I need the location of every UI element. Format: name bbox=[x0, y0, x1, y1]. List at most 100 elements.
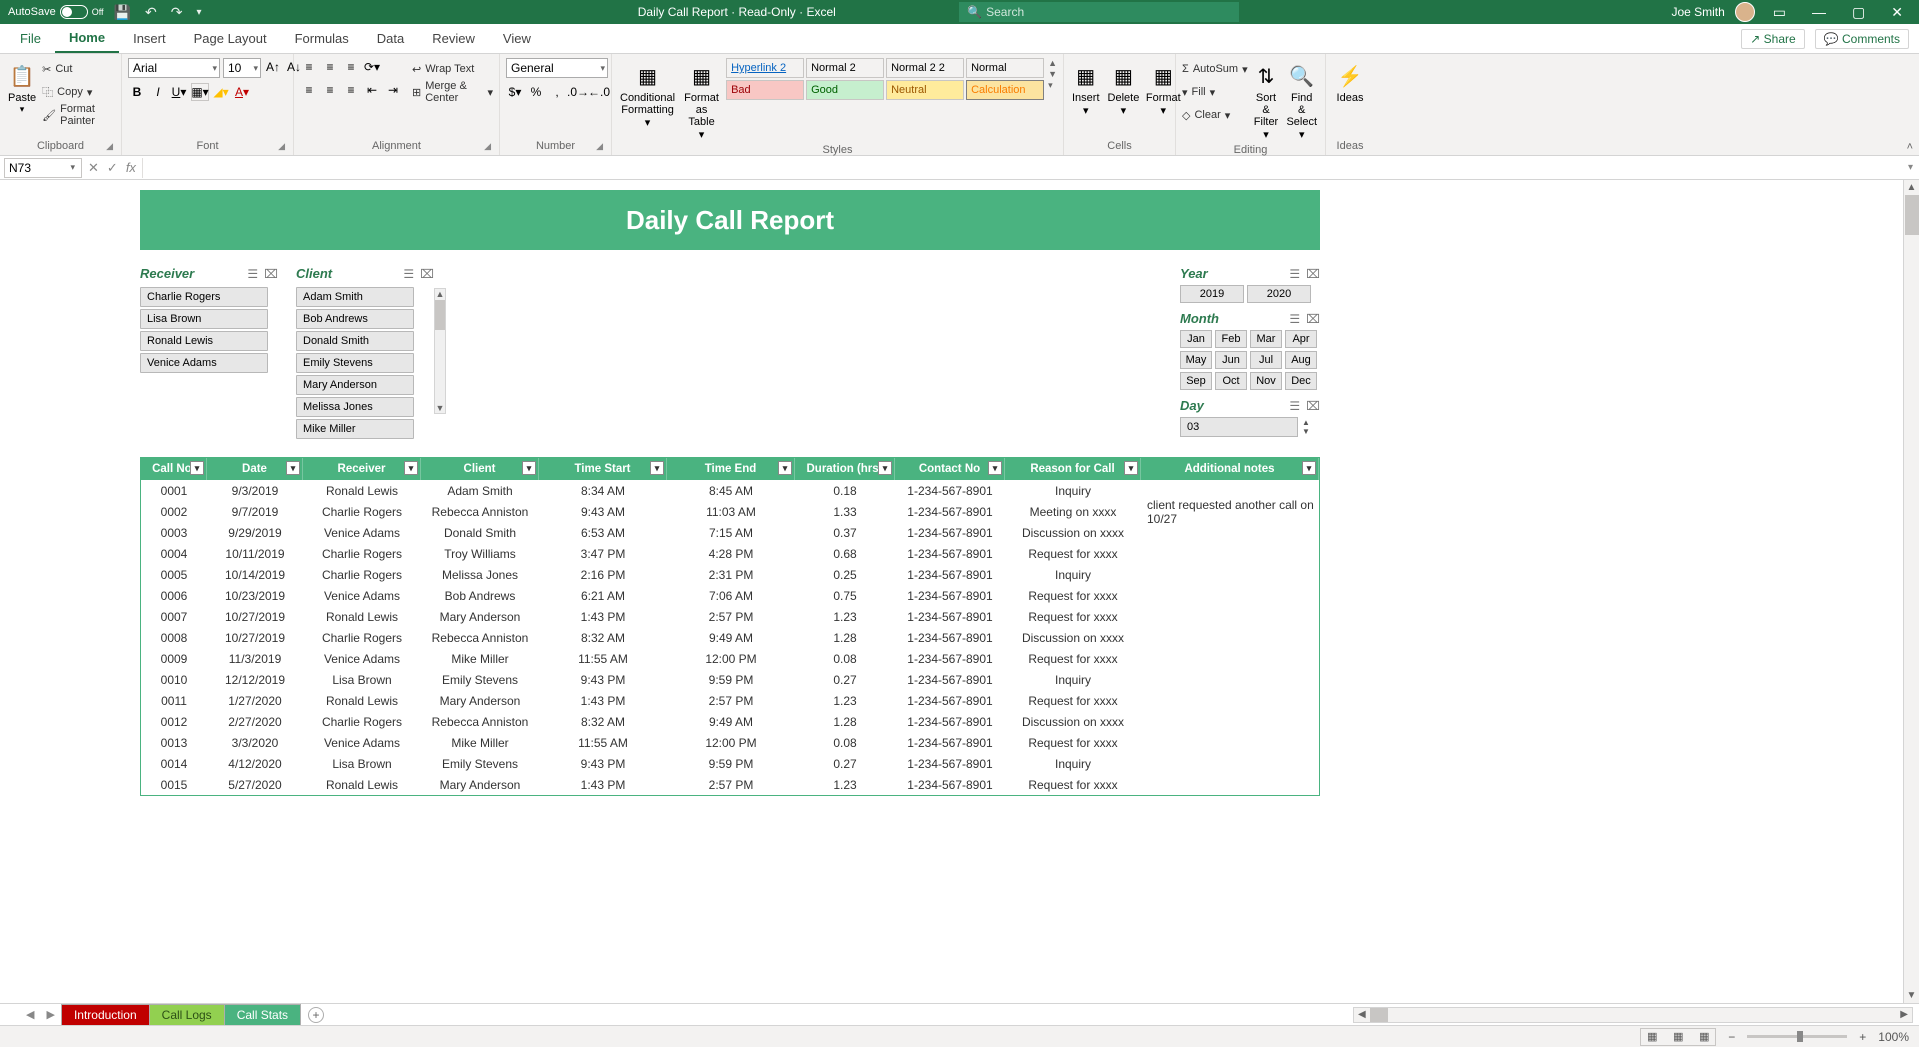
table-cell[interactable]: Inquiry bbox=[1005, 564, 1141, 585]
slicer-month-item[interactable]: Dec bbox=[1285, 372, 1317, 390]
slicer-receiver-item[interactable]: Venice Adams bbox=[140, 353, 268, 373]
autosum-button[interactable]: ΣAutoSum ▾ bbox=[1182, 58, 1248, 80]
slicer-month-item[interactable]: Nov bbox=[1250, 372, 1282, 390]
table-cell[interactable]: 0003 bbox=[141, 522, 207, 543]
table-cell[interactable]: 10/27/2019 bbox=[207, 606, 303, 627]
table-cell[interactable] bbox=[1141, 774, 1319, 795]
table-cell[interactable]: 8:32 AM bbox=[539, 711, 667, 732]
tab-review[interactable]: Review bbox=[418, 25, 489, 52]
table-cell[interactable]: Melissa Jones bbox=[421, 564, 539, 585]
table-cell[interactable]: 0.08 bbox=[795, 732, 895, 753]
multi-select-icon[interactable]: ☰ bbox=[1289, 312, 1300, 326]
slicer-client-item[interactable]: Melissa Jones bbox=[296, 397, 414, 417]
table-cell[interactable]: Emily Stevens bbox=[421, 753, 539, 774]
tab-formulas[interactable]: Formulas bbox=[281, 25, 363, 52]
table-cell[interactable]: 8:45 AM bbox=[667, 480, 795, 501]
table-cell[interactable]: Rebecca Anniston bbox=[421, 711, 539, 732]
table-cell[interactable]: Request for xxxx bbox=[1005, 732, 1141, 753]
table-cell[interactable]: 9:49 AM bbox=[667, 711, 795, 732]
slicer-client-item[interactable]: Mike Miller bbox=[296, 419, 414, 439]
table-cell[interactable]: 9/29/2019 bbox=[207, 522, 303, 543]
table-cell[interactable]: 11:55 AM bbox=[539, 732, 667, 753]
table-cell[interactable]: 1-234-567-8901 bbox=[895, 774, 1005, 795]
table-cell[interactable]: 2:31 PM bbox=[667, 564, 795, 585]
table-cell[interactable]: 1-234-567-8901 bbox=[895, 648, 1005, 669]
formula-input[interactable] bbox=[142, 158, 1902, 178]
view-page-layout-icon[interactable]: ▦ bbox=[1667, 1029, 1689, 1045]
view-normal-icon[interactable]: ▦ bbox=[1641, 1029, 1663, 1045]
multi-select-icon[interactable]: ☰ bbox=[403, 267, 414, 281]
table-cell[interactable]: 9:43 PM bbox=[539, 753, 667, 774]
filter-dropdown-icon[interactable]: ▾ bbox=[286, 461, 300, 475]
table-cell[interactable] bbox=[1141, 669, 1319, 690]
table-cell[interactable]: client requested another call on 10/27 bbox=[1141, 501, 1319, 522]
table-cell[interactable]: Venice Adams bbox=[303, 732, 421, 753]
table-cell[interactable]: 0011 bbox=[141, 690, 207, 711]
table-cell[interactable]: 2:57 PM bbox=[667, 774, 795, 795]
table-cell[interactable]: Charlie Rogers bbox=[303, 627, 421, 648]
bold-button[interactable]: B bbox=[128, 83, 146, 101]
slicer-client-item[interactable]: Bob Andrews bbox=[296, 309, 414, 329]
fx-icon[interactable]: fx bbox=[126, 160, 136, 176]
save-icon[interactable]: 💾 bbox=[110, 4, 135, 21]
table-cell[interactable]: 0.18 bbox=[795, 480, 895, 501]
table-cell[interactable]: 0001 bbox=[141, 480, 207, 501]
cancel-formula-icon[interactable]: ✕ bbox=[88, 160, 99, 176]
table-cell[interactable] bbox=[1141, 627, 1319, 648]
table-cell[interactable]: Venice Adams bbox=[303, 522, 421, 543]
table-cell[interactable]: Troy Williams bbox=[421, 543, 539, 564]
table-cell[interactable]: Charlie Rogers bbox=[303, 711, 421, 732]
slicer-day-value[interactable]: 03 bbox=[1180, 417, 1298, 437]
table-cell[interactable]: 0006 bbox=[141, 585, 207, 606]
table-cell[interactable]: 1/27/2020 bbox=[207, 690, 303, 711]
slicer-receiver-item[interactable]: Charlie Rogers bbox=[140, 287, 268, 307]
slicer-month-item[interactable]: Sep bbox=[1180, 372, 1212, 390]
share-button[interactable]: ↗ Share bbox=[1741, 29, 1804, 49]
tab-view[interactable]: View bbox=[489, 25, 545, 52]
italic-button[interactable]: I bbox=[149, 83, 167, 101]
table-cell[interactable]: 1.23 bbox=[795, 774, 895, 795]
table-cell[interactable]: 1-234-567-8901 bbox=[895, 564, 1005, 585]
filter-dropdown-icon[interactable]: ▾ bbox=[1302, 461, 1316, 475]
table-cell[interactable]: 0014 bbox=[141, 753, 207, 774]
fill-button[interactable]: ▾Fill ▾ bbox=[1182, 81, 1248, 103]
table-cell[interactable]: 0008 bbox=[141, 627, 207, 648]
slicer-month-item[interactable]: May bbox=[1180, 351, 1212, 369]
view-page-break-icon[interactable]: ▦ bbox=[1693, 1029, 1715, 1045]
filter-dropdown-icon[interactable]: ▾ bbox=[522, 461, 536, 475]
slicer-month-item[interactable]: Mar bbox=[1250, 330, 1282, 348]
tab-page-layout[interactable]: Page Layout bbox=[180, 25, 281, 52]
table-cell[interactable]: Venice Adams bbox=[303, 648, 421, 669]
table-cell[interactable]: Mary Anderson bbox=[421, 774, 539, 795]
table-cell[interactable]: Request for xxxx bbox=[1005, 543, 1141, 564]
table-cell[interactable]: 9/7/2019 bbox=[207, 501, 303, 522]
number-format-select[interactable]: General▾ bbox=[506, 58, 608, 78]
table-cell[interactable]: 0005 bbox=[141, 564, 207, 585]
underline-button[interactable]: U ▾ bbox=[170, 83, 188, 101]
styles-scroll-up-icon[interactable]: ▲ bbox=[1048, 58, 1057, 68]
slicer-client-item[interactable]: Donald Smith bbox=[296, 331, 414, 351]
table-cell[interactable]: 8:32 AM bbox=[539, 627, 667, 648]
slicer-year-item[interactable]: 2019 bbox=[1180, 285, 1244, 303]
table-cell[interactable]: Request for xxxx bbox=[1005, 774, 1141, 795]
avatar[interactable] bbox=[1735, 2, 1755, 22]
table-cell[interactable]: 0009 bbox=[141, 648, 207, 669]
filter-dropdown-icon[interactable]: ▾ bbox=[650, 461, 664, 475]
table-cell[interactable]: 1-234-567-8901 bbox=[895, 480, 1005, 501]
column-header[interactable]: Additional notes▾ bbox=[1141, 458, 1319, 480]
table-cell[interactable]: 1:43 PM bbox=[539, 774, 667, 795]
tab-data[interactable]: Data bbox=[363, 25, 418, 52]
table-cell[interactable]: Venice Adams bbox=[303, 585, 421, 606]
slicer-month-item[interactable]: Jul bbox=[1250, 351, 1282, 369]
table-cell[interactable]: 1-234-567-8901 bbox=[895, 585, 1005, 606]
table-cell[interactable]: 8:34 AM bbox=[539, 480, 667, 501]
table-cell[interactable]: 9:43 PM bbox=[539, 669, 667, 690]
clear-filter-icon[interactable]: ⌧ bbox=[1306, 312, 1320, 326]
borders-button[interactable]: ▦▾ bbox=[191, 83, 209, 101]
table-cell[interactable]: 7:15 AM bbox=[667, 522, 795, 543]
table-cell[interactable]: 0002 bbox=[141, 501, 207, 522]
table-cell[interactable] bbox=[1141, 522, 1319, 543]
zoom-out-button[interactable]: − bbox=[1728, 1030, 1735, 1044]
table-cell[interactable]: Mary Anderson bbox=[421, 606, 539, 627]
table-cell[interactable]: 6:53 AM bbox=[539, 522, 667, 543]
